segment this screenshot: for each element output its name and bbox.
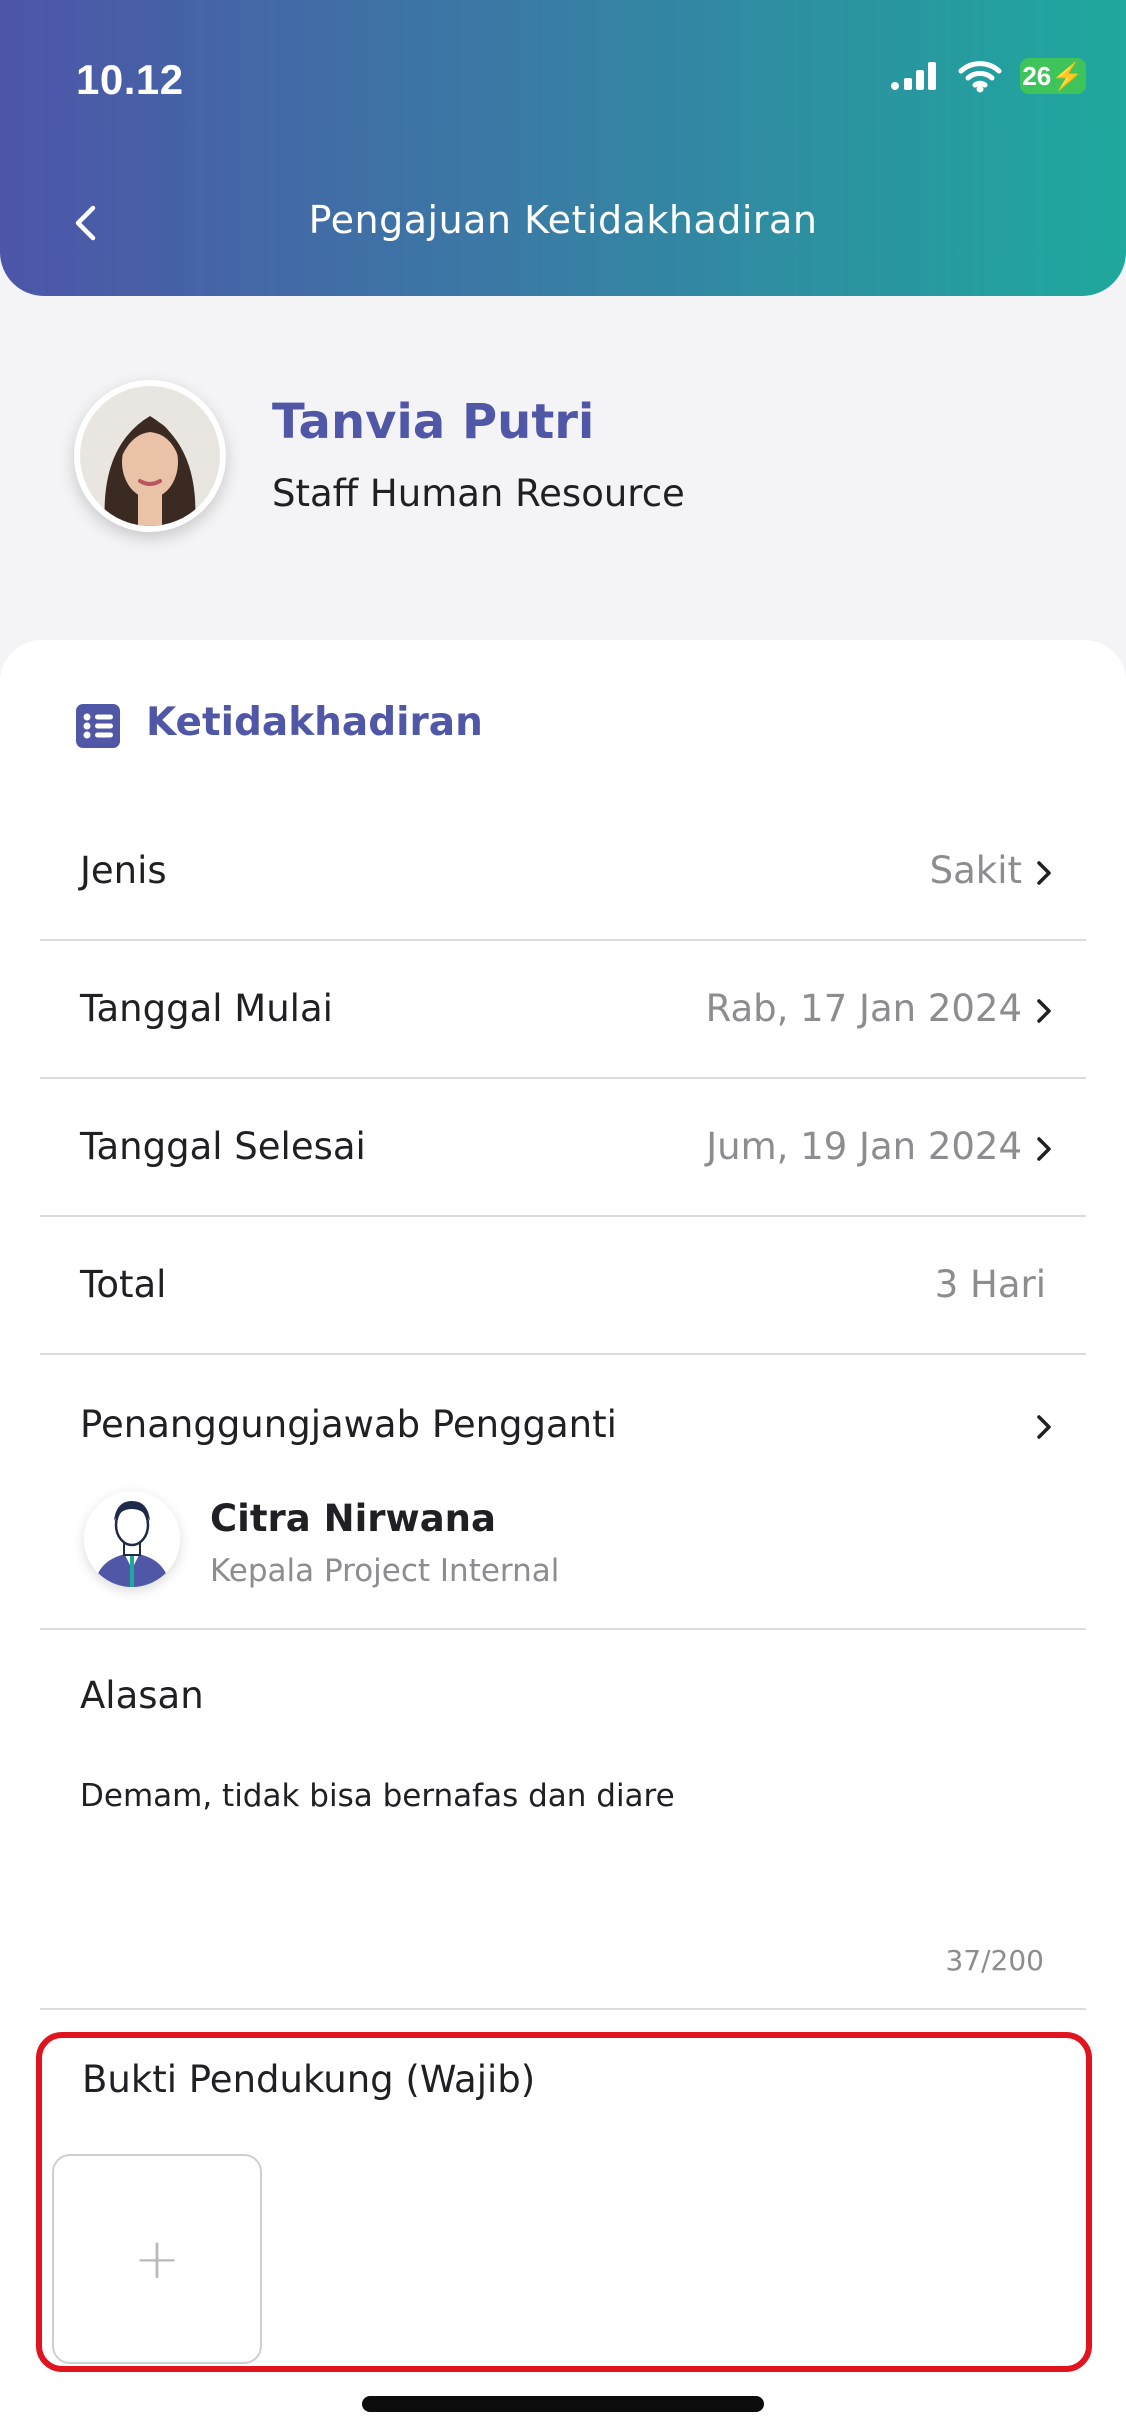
start-date-row[interactable]: Tanggal Mulai Rab, 17 Jan 2024 [40,941,1086,1079]
cellular-signal-icon [891,62,936,90]
reason-label: Alasan [80,1674,204,1717]
evidence-label: Bukti Pendukung (Wajib) [82,2058,536,2101]
person-placeholder-icon [84,1491,180,1587]
wifi-icon [958,61,1002,93]
substitute-role: Kepala Project Internal [210,1553,560,1589]
chevron-right-icon [1037,1137,1051,1161]
reason-field[interactable]: Alasan Demam, tidak bisa bernafas dan di… [40,1630,1086,2010]
battery-level: 26 [1022,60,1052,91]
charging-bolt-icon: ⚡ [1051,60,1084,91]
page-title: Pengajuan Ketidakhadiran [308,198,818,242]
end-date-value: Jum, 19 Jan 2024 [706,1125,1022,1168]
substitute-row[interactable]: Penanggungjawab Pengganti Citra Nirwana … [40,1357,1086,1630]
status-time: 10.12 [76,56,184,103]
profile-photo-icon [80,386,220,526]
substitute-name: Citra Nirwana [210,1497,496,1540]
start-date-value: Rab, 17 Jan 2024 [705,987,1022,1030]
chevron-right-icon [1037,1415,1051,1439]
total-days-row: Total 3 Hari [40,1217,1086,1355]
absence-type-value: Sakit [929,849,1022,892]
chevron-right-icon [1037,999,1051,1023]
list-icon [76,704,120,748]
absence-type-label: Jenis [80,849,167,892]
chevron-right-icon [1037,861,1051,885]
supporting-evidence-section: Bukti Pendukung (Wajib) + [36,2032,1092,2372]
total-days-label: Total [80,1263,167,1306]
status-icons: 26 ⚡ [890,58,1086,94]
user-name: Tanvia Putri [272,394,595,450]
add-evidence-button[interactable]: + [52,2154,262,2364]
substitute-avatar [84,1491,180,1587]
app-header: 10.12 26 ⚡ Pengajuan Ketidakhadiran [0,0,1126,296]
total-days-value: 3 Hari [934,1263,1046,1306]
end-date-label: Tanggal Selesai [80,1125,366,1168]
absence-type-row[interactable]: Jenis Sakit [40,803,1086,941]
start-date-label: Tanggal Mulai [80,987,333,1030]
home-indicator[interactable] [362,2396,764,2412]
substitute-label: Penanggungjawab Pengganti [80,1403,617,1446]
user-avatar [74,380,226,532]
user-role: Staff Human Resource [272,472,685,515]
section-title: Ketidakhadiran [146,700,483,745]
end-date-row[interactable]: Tanggal Selesai Jum, 19 Jan 2024 [40,1079,1086,1217]
battery-icon: 26 ⚡ [1020,58,1086,94]
reason-input-text[interactable]: Demam, tidak bisa bernafas dan diare [80,1778,675,1814]
reason-char-counter: 37/200 [945,1944,1044,1977]
plus-icon: + [133,2226,181,2292]
